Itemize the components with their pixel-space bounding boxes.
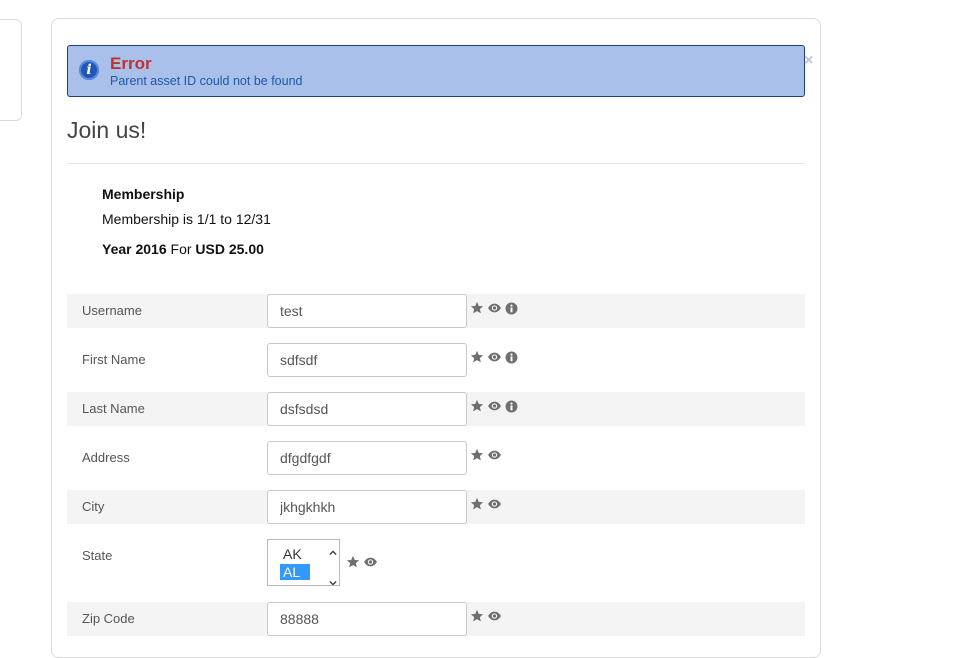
chevron-down-icon[interactable] — [329, 574, 337, 585]
chevron-up-icon[interactable] — [329, 544, 337, 556]
form-row-zip-code: Zip Code — [67, 602, 805, 636]
error-alert: i Error Parent asset ID could not be fou… — [67, 45, 805, 97]
form-row-state: State AK AL AR — [67, 539, 805, 595]
state-listbox[interactable]: AK AL AR — [267, 539, 340, 586]
membership-for: For — [170, 241, 192, 257]
info-icon[interactable] — [505, 351, 518, 364]
eye-icon[interactable] — [487, 448, 502, 462]
info-icon[interactable] — [505, 302, 518, 315]
membership-description: Membership is 1/1 to 12/31 — [102, 211, 271, 227]
eye-icon[interactable] — [363, 555, 378, 569]
star-icon[interactable] — [470, 448, 484, 462]
address-label: Address — [82, 450, 130, 465]
eye-icon[interactable] — [487, 399, 502, 413]
first-name-label: First Name — [82, 352, 146, 367]
field-icons — [470, 300, 521, 316]
state-label: State — [82, 548, 113, 563]
star-icon[interactable] — [470, 609, 484, 623]
field-icons — [470, 496, 505, 512]
eye-icon[interactable] — [487, 497, 502, 511]
form-row-city: City — [67, 490, 805, 524]
first-name-input[interactable] — [267, 343, 467, 377]
membership-heading: Membership — [102, 186, 185, 202]
alert-title: Error — [110, 54, 152, 73]
last-name-input[interactable] — [267, 392, 467, 426]
zip-code-input[interactable] — [267, 602, 467, 636]
form-row-first-name: First Name — [67, 343, 805, 377]
eye-icon[interactable] — [487, 350, 502, 364]
username-input[interactable] — [267, 294, 467, 328]
membership-amount: USD 25.00 — [195, 241, 264, 257]
field-icons — [470, 349, 521, 365]
form-row-username: Username — [67, 294, 805, 328]
close-icon[interactable]: × — [804, 52, 813, 70]
state-option-al[interactable]: AL — [280, 564, 310, 580]
state-scrollbar[interactable] — [327, 540, 339, 585]
city-input[interactable] — [267, 490, 467, 524]
eye-icon[interactable] — [487, 609, 502, 623]
field-icons — [470, 447, 505, 463]
star-icon[interactable] — [346, 555, 360, 569]
form-row-address: Address — [67, 441, 805, 475]
field-icons — [470, 398, 521, 414]
field-icons — [346, 554, 381, 570]
info-icon[interactable] — [505, 400, 518, 413]
side-panel — [0, 19, 22, 121]
form-row-last-name: Last Name — [67, 392, 805, 426]
eye-icon[interactable] — [487, 301, 502, 315]
username-label: Username — [82, 303, 142, 318]
state-option-ak[interactable]: AK — [280, 546, 310, 562]
divider — [67, 163, 805, 164]
star-icon[interactable] — [470, 301, 484, 315]
star-icon[interactable] — [470, 399, 484, 413]
star-icon[interactable] — [470, 497, 484, 511]
field-icons — [470, 608, 505, 624]
info-icon: i — [79, 60, 99, 80]
membership-price: Year 2016 For USD 25.00 — [102, 241, 264, 257]
membership-year: Year 2016 — [102, 241, 167, 257]
star-icon[interactable] — [470, 350, 484, 364]
alert-message: Parent asset ID could not be found — [110, 74, 303, 88]
page-title: Join us! — [67, 117, 147, 143]
address-input[interactable] — [267, 441, 467, 475]
last-name-label: Last Name — [82, 401, 145, 416]
state-option-ar[interactable]: AR — [280, 582, 310, 585]
city-label: City — [82, 499, 105, 514]
zip-code-label: Zip Code — [82, 611, 135, 626]
